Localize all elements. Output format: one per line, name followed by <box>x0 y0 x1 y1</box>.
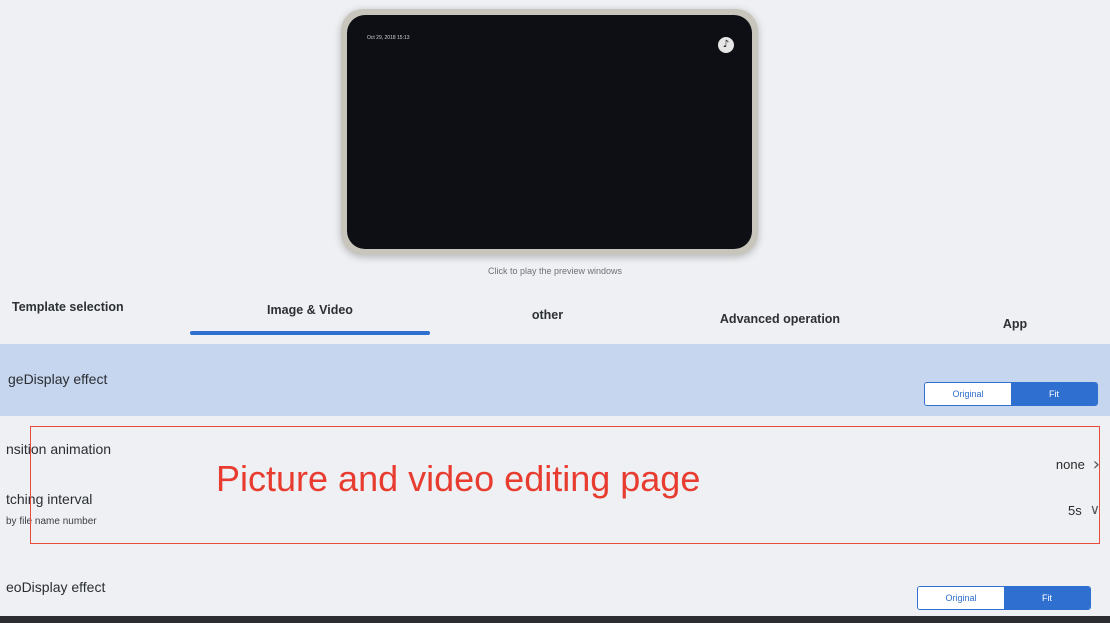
music-note-icon[interactable]: ♪ <box>718 37 734 53</box>
image-display-fit-option[interactable]: Fit <box>1011 383 1097 405</box>
bottom-bar <box>0 616 1110 623</box>
preview-timestamp: Oct 29, 2018 15:13 <box>367 35 410 41</box>
preview-hint: Click to play the preview windows <box>487 266 623 276</box>
preview-screen[interactable]: Oct 29, 2018 15:13 ♪ <box>347 15 752 249</box>
image-display-effect-toggle[interactable]: Original Fit <box>924 382 1098 406</box>
tab-app[interactable]: App <box>985 317 1045 331</box>
image-display-effect-row[interactable]: geDisplay effect Original Fit <box>0 344 1110 416</box>
video-display-effect-toggle[interactable]: Original Fit <box>917 586 1091 610</box>
image-display-original-option[interactable]: Original <box>925 383 1011 405</box>
annotation-label: Picture and video editing page <box>216 458 701 499</box>
preview-device[interactable]: Oct 29, 2018 15:13 ♪ <box>341 9 758 255</box>
image-display-effect-label: geDisplay effect <box>8 371 108 387</box>
tab-advanced-operation[interactable]: Advanced operation <box>700 312 860 326</box>
video-display-original-option[interactable]: Original <box>918 587 1004 609</box>
video-display-effect-label: eoDisplay effect <box>6 579 106 595</box>
tab-other[interactable]: other <box>500 308 595 322</box>
active-tab-indicator <box>190 331 430 335</box>
tab-image-video[interactable]: Image & Video <box>230 303 390 317</box>
tab-template-selection[interactable]: Template selection <box>12 300 142 314</box>
video-display-fit-option[interactable]: Fit <box>1004 587 1090 609</box>
